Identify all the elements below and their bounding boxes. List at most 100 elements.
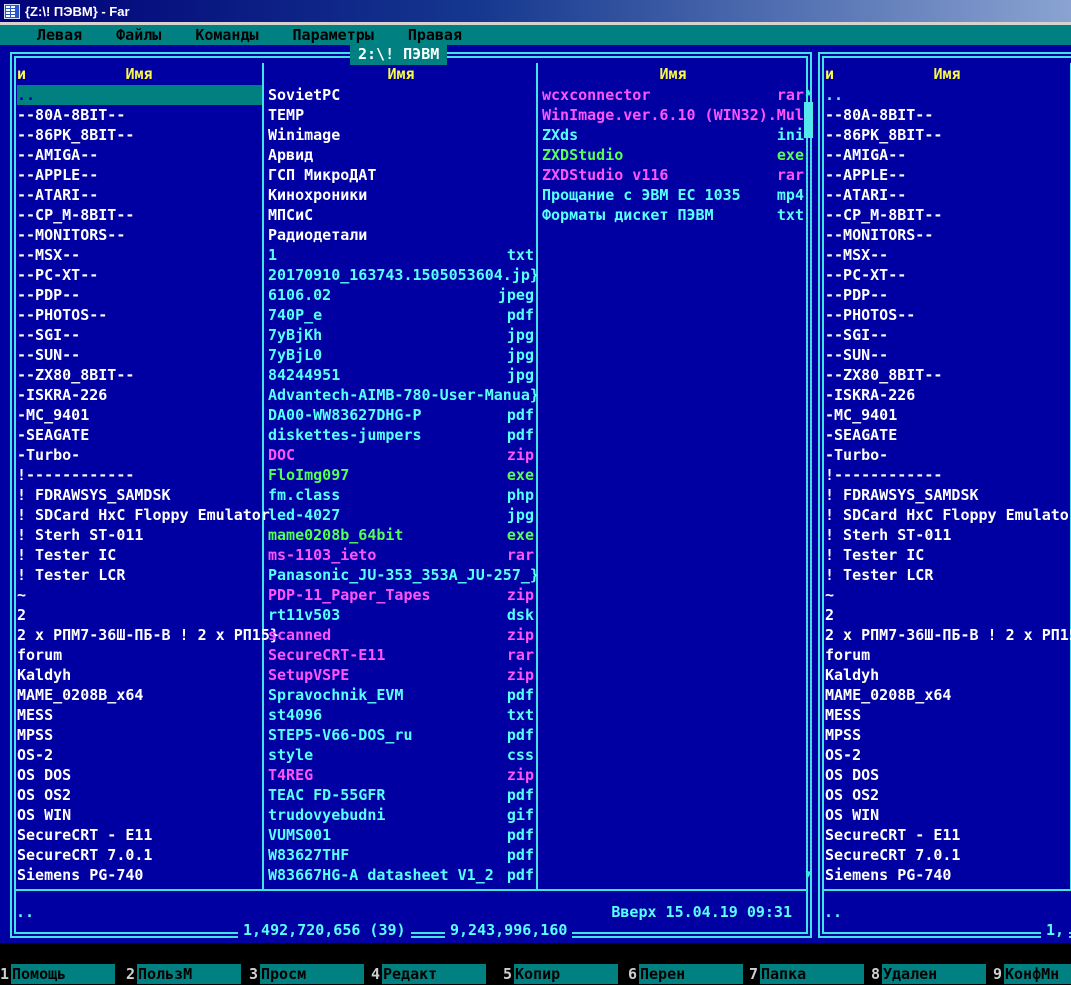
file-row[interactable]: ! Tester IC — [17, 545, 262, 565]
file-row[interactable]: --PC-XT-- — [17, 265, 262, 285]
file-row[interactable]: Kaldyh — [17, 665, 262, 685]
file-row[interactable]: OS-2 — [17, 745, 262, 765]
file-row[interactable]: -Turbo- — [17, 445, 262, 465]
file-row[interactable]: --SUN-- — [17, 345, 262, 365]
file-row[interactable]: Кинохроники — [268, 185, 534, 205]
file-row[interactable]: --CP_M-8BIT-- — [825, 205, 1070, 225]
file-row[interactable]: --80A-8BIT-- — [825, 105, 1070, 125]
scrollbar-track[interactable] — [805, 138, 812, 868]
fkey-4[interactable]: 4Редакт — [371, 964, 486, 984]
file-row[interactable]: OS OS2 — [17, 785, 262, 805]
file-row[interactable]: mame0208b_64bitexe — [268, 525, 534, 545]
active-panel-title[interactable]: 2:\! ПЭВМ — [350, 44, 447, 65]
fkey-5[interactable]: 5Копир — [503, 964, 618, 984]
scroll-down-icon[interactable]: ▼ — [803, 868, 814, 884]
file-row[interactable]: 740P_epdf — [268, 305, 534, 325]
file-row[interactable]: 2 x РПМ7-36Ш-ПБ-В ! 2 x РП15 — [825, 625, 1070, 645]
file-row[interactable]: Panasonic_JU-353_353A_JU-257_} — [268, 565, 534, 585]
file-row[interactable]: OS DOS — [825, 765, 1070, 785]
file-row[interactable]: STEP5-V66-DOS_rupdf — [268, 725, 534, 745]
file-row[interactable]: SecureCRT 7.0.1 — [825, 845, 1070, 865]
file-row[interactable]: 7yBjKhjpg — [268, 325, 534, 345]
fkey-8[interactable]: 8Удален — [871, 964, 986, 984]
file-row[interactable]: fm.classphp — [268, 485, 534, 505]
file-row[interactable]: --PDP-- — [17, 285, 262, 305]
file-row[interactable]: ms-1103_ietorar — [268, 545, 534, 565]
file-row[interactable]: SovietPC — [268, 85, 534, 105]
file-row[interactable]: Siemens PG-740 — [17, 865, 262, 885]
file-row[interactable]: scannedzip — [268, 625, 534, 645]
file-row[interactable]: --SUN-- — [825, 345, 1070, 365]
menu-item-options[interactable]: Параметры — [293, 25, 374, 45]
file-row[interactable]: --PC-XT-- — [825, 265, 1070, 285]
file-row[interactable]: --86PK_8BIT-- — [825, 125, 1070, 145]
file-row[interactable]: ZXDStudioexe — [542, 145, 804, 165]
file-cursor-row[interactable]: .. — [17, 85, 262, 105]
file-row[interactable]: st4096txt — [268, 705, 534, 725]
fkey-2[interactable]: 2ПользМ — [126, 964, 241, 984]
file-row[interactable]: wcxconnectorrar — [542, 85, 804, 105]
file-row[interactable]: MPSS — [17, 725, 262, 745]
file-row[interactable]: SetupVSPEzip — [268, 665, 534, 685]
scrollbar-thumb[interactable] — [804, 102, 813, 138]
menu-item-commands[interactable]: Команды — [195, 25, 258, 45]
fkey-3[interactable]: 3Просм — [249, 964, 364, 984]
file-row[interactable]: T4REGzip — [268, 765, 534, 785]
file-row[interactable]: MAME_0208B_x64 — [825, 685, 1070, 705]
file-row[interactable]: Арвид — [268, 145, 534, 165]
file-row[interactable]: VUMS001pdf — [268, 825, 534, 845]
file-row[interactable]: --PHOTOS-- — [825, 305, 1070, 325]
file-row[interactable]: -MC_9401 — [825, 405, 1070, 425]
file-row[interactable]: DA00-WW83627DHG-Ppdf — [268, 405, 534, 425]
file-row[interactable]: SecureCRT - E11 — [825, 825, 1070, 845]
panel-scrollbar[interactable]: ▲ ▼ — [803, 86, 814, 884]
file-row[interactable]: --APPLE-- — [825, 165, 1070, 185]
file-row[interactable]: Siemens PG-740 — [825, 865, 1070, 885]
file-row[interactable]: 7yBjL0jpg — [268, 345, 534, 365]
command-line[interactable]: Z:\! ПЭВМ> — [0, 943, 1071, 963]
file-row[interactable]: Winimage — [268, 125, 534, 145]
file-row[interactable]: SecureCRT 7.0.1 — [17, 845, 262, 865]
file-row[interactable]: -SEAGATE — [825, 425, 1070, 445]
file-row[interactable]: led-4027jpg — [268, 505, 534, 525]
file-row[interactable]: OS WIN — [825, 805, 1070, 825]
file-row[interactable]: OS OS2 — [825, 785, 1070, 805]
file-row[interactable]: 84244951jpg — [268, 365, 534, 385]
file-row[interactable]: 20170910_163743.1505053604.jp} — [268, 265, 534, 285]
file-row[interactable]: MESS — [825, 705, 1070, 725]
menu-item-left[interactable]: Левая — [37, 25, 82, 45]
file-row[interactable]: --86PK_8BIT-- — [17, 125, 262, 145]
file-row[interactable]: diskettes-jumperspdf — [268, 425, 534, 445]
file-row[interactable]: PDP-11_Paper_Tapeszip — [268, 585, 534, 605]
file-row[interactable]: --PHOTOS-- — [17, 305, 262, 325]
file-row[interactable]: stylecss — [268, 745, 534, 765]
file-row[interactable]: 2 x РПМ7-36Ш-ПБ-В ! 2 x РП15} — [17, 625, 262, 645]
file-row[interactable]: --APPLE-- — [17, 165, 262, 185]
file-row[interactable]: Форматы дискет ПЭВМtxt — [542, 205, 804, 225]
file-row[interactable]: !------------ — [825, 465, 1070, 485]
file-row[interactable]: 2 — [17, 605, 262, 625]
menu-item-files[interactable]: Файлы — [116, 25, 161, 45]
file-row[interactable]: 6106.02jpeg — [268, 285, 534, 305]
fkey-7[interactable]: 7Папка — [749, 964, 864, 984]
file-row[interactable]: .. — [825, 85, 1070, 105]
file-row[interactable]: MPSS — [825, 725, 1070, 745]
file-row[interactable]: Spravochnik_EVMpdf — [268, 685, 534, 705]
file-row[interactable]: ~ — [17, 585, 262, 605]
file-row[interactable]: --MSX-- — [825, 245, 1070, 265]
file-row[interactable]: -SEAGATE — [17, 425, 262, 445]
file-row[interactable]: MESS — [17, 705, 262, 725]
scroll-up-icon[interactable]: ▲ — [803, 86, 814, 102]
file-row[interactable]: ! SDCard HxC Floppy Emulator — [825, 505, 1070, 525]
file-row[interactable]: --PDP-- — [825, 285, 1070, 305]
file-row[interactable]: --AMIGA-- — [825, 145, 1070, 165]
file-row[interactable]: SecureCRT-E11rar — [268, 645, 534, 665]
menu-item-right[interactable]: Правая — [408, 25, 462, 45]
file-row[interactable]: --MONITORS-- — [17, 225, 262, 245]
file-row[interactable]: --ATARI-- — [17, 185, 262, 205]
file-row[interactable]: ZXDStudio v116rar — [542, 165, 804, 185]
fkey-9[interactable]: 9КонфМн — [993, 964, 1071, 984]
file-row[interactable]: --80A-8BIT-- — [17, 105, 262, 125]
file-row[interactable]: --ATARI-- — [825, 185, 1070, 205]
file-row[interactable]: ! Sterh ST-011 — [17, 525, 262, 545]
